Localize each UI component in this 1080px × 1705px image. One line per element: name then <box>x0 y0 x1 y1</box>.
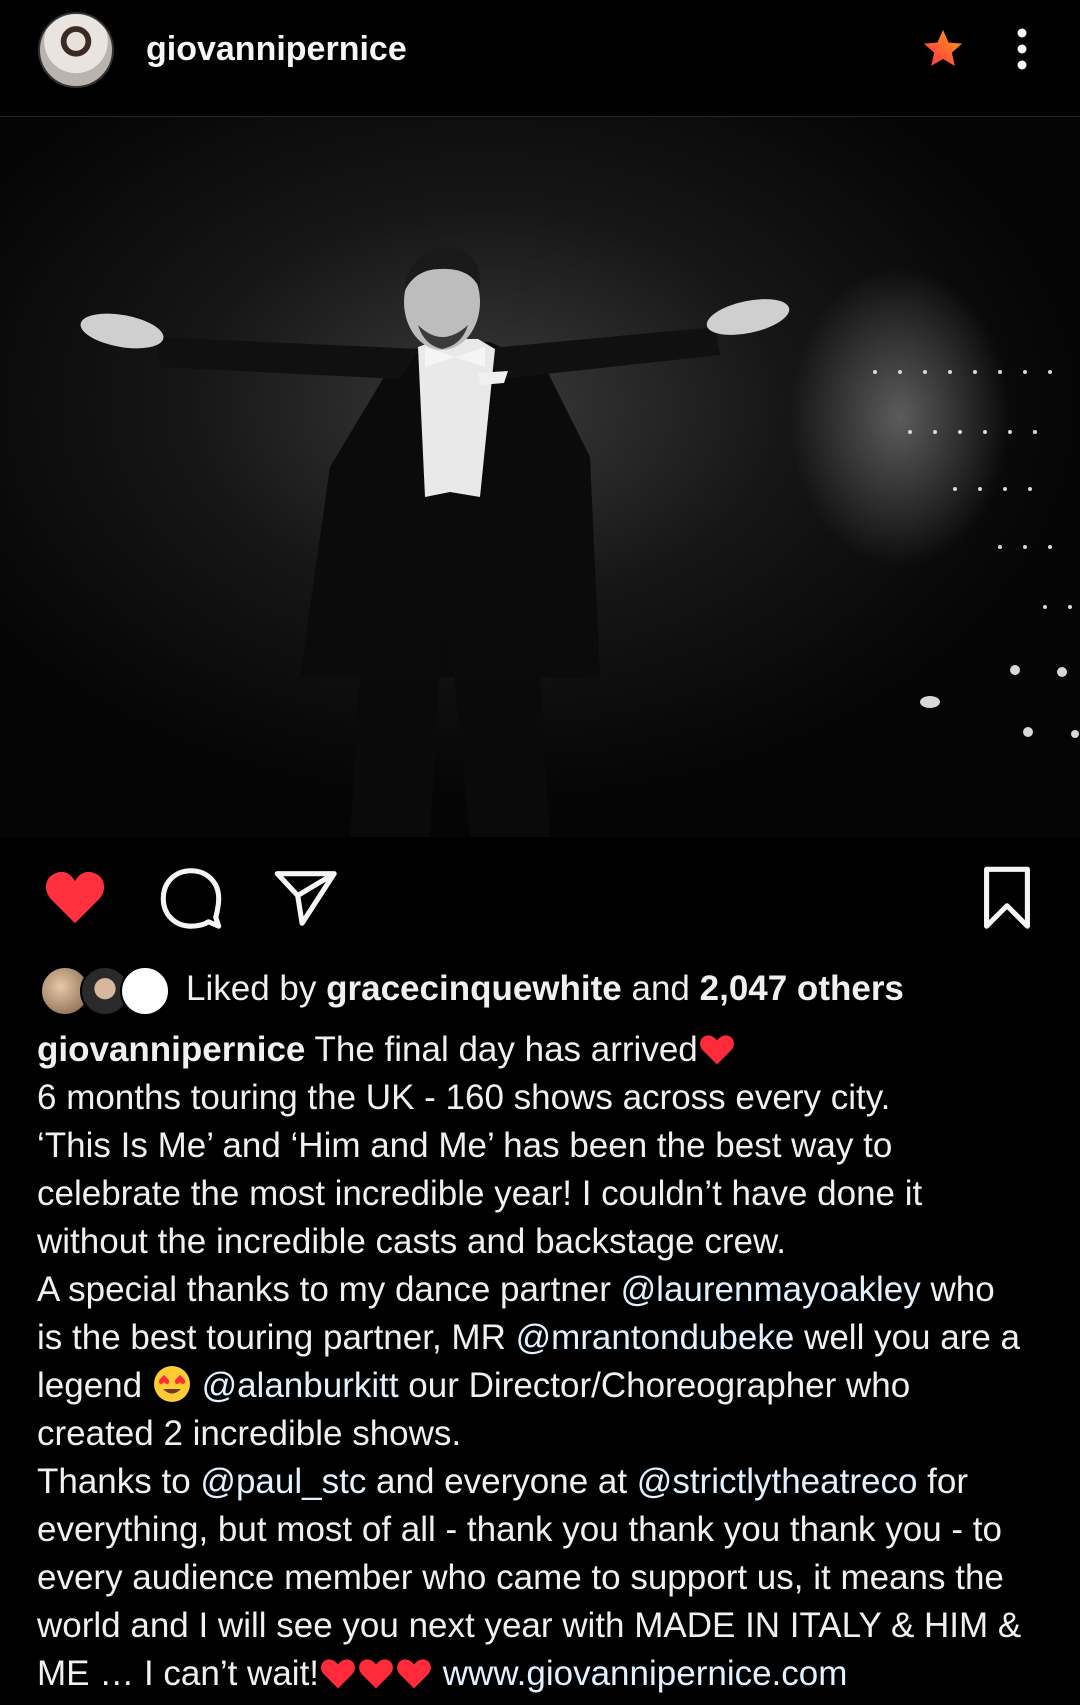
caption-text: without the incredible casts and backsta… <box>37 1222 787 1261</box>
caption-text: Thanks to <box>37 1462 201 1501</box>
caption-text: for <box>917 1462 968 1501</box>
more-vertical-icon[interactable] <box>1005 26 1039 72</box>
red-heart-emoji-icon <box>397 1659 431 1689</box>
caption-text: everything, but most of all - thank you … <box>37 1510 1002 1549</box>
heart-eyes-emoji-icon <box>153 1366 190 1402</box>
caption-text: who <box>920 1270 995 1309</box>
caption-text: The final day has arrived <box>305 1030 698 1069</box>
mention-link[interactable]: @strictlytheatreco <box>637 1462 918 1501</box>
mention-link[interactable]: @laurenmayoakley <box>621 1270 921 1309</box>
liker-avatar <box>120 966 170 1016</box>
red-heart-emoji-icon <box>699 1035 734 1065</box>
red-heart-emoji-icon <box>359 1659 393 1689</box>
post-caption: giovannipernice The final day has arrive… <box>37 1026 1057 1698</box>
red-heart-emoji-icon <box>321 1659 355 1689</box>
caption-text: ‘This Is Me’ and ‘Him and Me’ has been t… <box>37 1126 893 1165</box>
post-header: giovannipernice <box>0 0 1080 117</box>
caption-username[interactable]: giovannipernice <box>37 1030 305 1069</box>
caption-text: is the best touring partner, MR <box>37 1318 516 1357</box>
caption-text: created 2 incredible shows. <box>37 1414 462 1453</box>
bookmark-icon[interactable] <box>972 862 1042 932</box>
mention-link[interactable]: @alanburkitt <box>202 1366 399 1405</box>
post-photo[interactable] <box>0 117 1080 837</box>
mention-link[interactable]: @mrantondubeke <box>516 1318 795 1357</box>
caption-text: celebrate the most incredible year! I co… <box>37 1174 923 1213</box>
caption-text: ME … I can’t wait! <box>37 1654 320 1693</box>
heart-filled-icon[interactable] <box>40 862 110 932</box>
likes-and: and <box>631 969 690 1008</box>
action-bar <box>0 862 1080 932</box>
caption-text: every audience member who came to suppor… <box>37 1558 1004 1597</box>
liker-avatars <box>40 966 170 1016</box>
comment-icon[interactable] <box>156 862 226 932</box>
star-icon[interactable] <box>920 26 966 72</box>
website-link[interactable]: www.giovannipernice.com <box>443 1654 848 1693</box>
send-icon[interactable] <box>270 862 340 932</box>
caption-text: world and I will see you next year with … <box>37 1606 1022 1645</box>
caption-text: A special thanks to my dance partner <box>37 1270 621 1309</box>
likes-text: Liked by gracecinquewhite and 2,047 othe… <box>186 966 904 1012</box>
performer-illustration <box>0 117 1080 837</box>
mention-link[interactable]: @paul_stc <box>200 1462 366 1501</box>
caption-text: and everyone at <box>366 1462 637 1501</box>
caption-text: 6 months touring the UK - 160 shows acro… <box>37 1078 891 1117</box>
caption-text: legend <box>37 1366 152 1405</box>
caption-text: well you are a <box>794 1318 1021 1357</box>
avatar[interactable] <box>38 12 114 88</box>
caption-text: our Director/Choreographer who <box>398 1366 911 1405</box>
likes-count[interactable]: 2,047 others <box>700 969 904 1008</box>
username[interactable]: giovannipernice <box>146 30 407 69</box>
likes-summary[interactable]: Liked by gracecinquewhite and 2,047 othe… <box>40 962 1040 1018</box>
liker-username[interactable]: gracecinquewhite <box>326 969 622 1008</box>
likes-prefix: Liked by <box>186 969 317 1008</box>
